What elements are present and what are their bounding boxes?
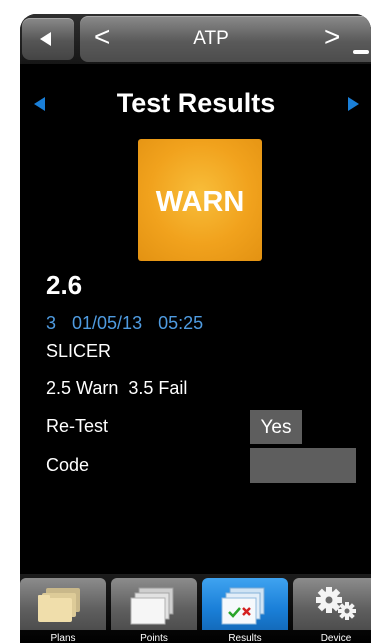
pages-icon <box>130 587 174 625</box>
tab-points-tile <box>111 578 197 630</box>
results-check-icon <box>221 587 265 625</box>
bottom-tab-bar: Plans Points Results Device <box>20 574 371 643</box>
tab-device-label: Device <box>320 633 352 643</box>
code-label: Code <box>46 455 90 475</box>
back-button[interactable] <box>22 18 74 60</box>
tab-device[interactable]: Device <box>293 578 371 643</box>
back-triangle-icon <box>40 32 51 46</box>
tab-plans-tile <box>20 578 106 630</box>
page-title: Test Results <box>116 88 276 118</box>
tab-results[interactable]: Results <box>202 578 288 643</box>
folders-icon <box>38 588 80 622</box>
app-screen: < ATP > Test Results WARN 2.6 3 01/05/13 0… <box>20 14 371 643</box>
result-time: 05:25 <box>158 313 204 333</box>
result-date: 01/05/13 <box>72 313 143 333</box>
title-selector[interactable]: < ATP > <box>80 16 371 62</box>
tab-plans[interactable]: Plans <box>20 578 106 643</box>
arrow-left-icon[interactable] <box>34 97 45 111</box>
page-heading-row: Test Results <box>20 84 371 124</box>
tab-device-tile <box>293 578 371 630</box>
retest-toggle-button[interactable]: Yes <box>250 410 302 444</box>
result-index: 3 <box>46 313 57 333</box>
tab-plans-label: Plans <box>50 633 76 643</box>
result-meta: 3 01/05/13 05:25 <box>46 313 219 334</box>
tab-results-tile <box>202 578 288 630</box>
fail-limit: 3.5 Fail <box>128 378 188 398</box>
warn-limit: 2.5 Warn <box>46 378 119 398</box>
retest-label: Re-Test <box>46 416 109 436</box>
app-title: ATP <box>193 28 229 49</box>
chevron-right-icon[interactable]: > <box>324 22 340 52</box>
gears-icon <box>316 587 356 620</box>
top-nav-bar: < ATP > <box>20 14 371 64</box>
tab-points[interactable]: Points <box>111 578 197 643</box>
code-input[interactable] <box>250 448 356 483</box>
status-badge: WARN <box>138 139 262 261</box>
limits-row: 2.5 Warn 3.5 Fail <box>46 378 197 399</box>
arrow-right-icon[interactable] <box>348 97 359 111</box>
tab-points-label: Points <box>140 633 168 643</box>
result-value: 2.6 <box>46 270 83 300</box>
tab-results-label: Results <box>228 633 262 643</box>
menu-indicator <box>353 50 369 54</box>
point-name: SLICER <box>46 341 112 361</box>
status-label: WARN <box>155 186 245 218</box>
